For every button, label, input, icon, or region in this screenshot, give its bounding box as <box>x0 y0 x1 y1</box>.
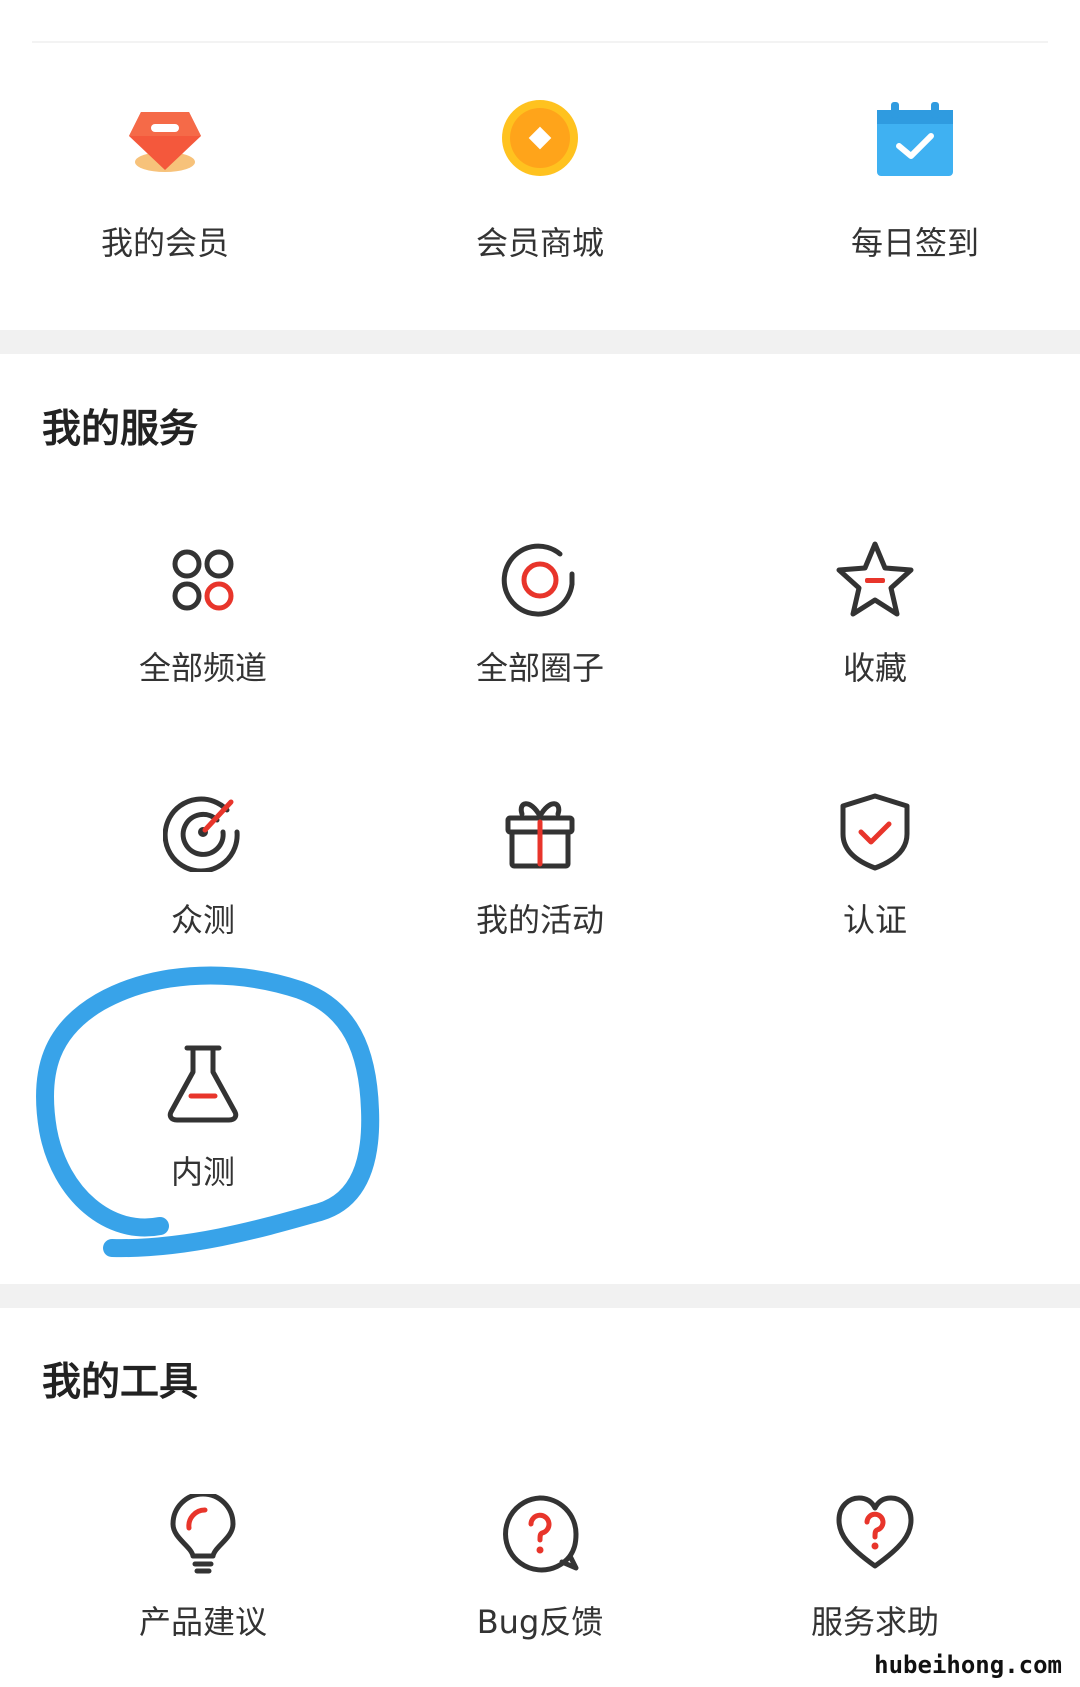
service-help-label: 服务求助 <box>810 1603 939 1641</box>
star-icon <box>836 541 914 617</box>
all-channels-label: 全部频道 <box>138 649 267 687</box>
gift-icon <box>505 801 575 869</box>
all-channels-button[interactable]: 全部频道 <box>83 540 323 690</box>
beta-test-button[interactable]: 内测 <box>83 1044 323 1194</box>
channels-grid-icon <box>172 549 234 611</box>
favorites-label: 收藏 <box>842 649 907 687</box>
verification-button[interactable]: 认证 <box>755 792 995 942</box>
section-separator <box>0 1284 1080 1308</box>
bug-feedback-label: Bug反馈 <box>476 1603 604 1641</box>
daily-checkin-button[interactable]: 每日签到 <box>765 100 1065 280</box>
my-activities-button[interactable]: 我的活动 <box>420 792 660 942</box>
my-membership-button[interactable]: 我的会员 <box>15 100 315 280</box>
bug-feedback-button[interactable]: Bug反馈 <box>420 1494 660 1644</box>
profile-page: 我的会员 会员商城 每日签到 我的服务 全部频道 全部圈子 收藏 众测 我的活动… <box>0 0 1080 1687</box>
tools-section-title: 我的工具 <box>42 1360 199 1405</box>
flask-icon <box>167 1045 239 1123</box>
services-section-title: 我的服务 <box>42 407 199 452</box>
service-help-button[interactable]: 服务求助 <box>755 1494 995 1644</box>
daily-checkin-label: 每日签到 <box>850 224 979 262</box>
watermark-text: hubeihong.com <box>874 1651 1062 1679</box>
crowd-test-button[interactable]: 众测 <box>83 792 323 942</box>
member-row: 我的会员 会员商城 每日签到 <box>0 100 1080 280</box>
calendar-check-icon <box>877 102 953 176</box>
product-suggestion-button[interactable]: 产品建议 <box>83 1494 323 1644</box>
coin-icon <box>502 100 578 176</box>
my-membership-label: 我的会员 <box>100 224 229 262</box>
crowd-test-label: 众测 <box>170 901 235 939</box>
all-circles-label: 全部圈子 <box>475 649 604 687</box>
my-activities-label: 我的活动 <box>475 901 604 939</box>
top-divider <box>32 41 1048 43</box>
radar-icon <box>163 796 240 872</box>
member-mall-label: 会员商城 <box>475 224 604 262</box>
section-separator <box>0 330 1080 354</box>
verification-label: 认证 <box>842 901 907 939</box>
diamond-icon <box>129 112 201 172</box>
heart-question-icon <box>836 1495 914 1569</box>
shield-check-icon <box>840 793 910 871</box>
question-bubble-icon <box>503 1495 579 1573</box>
favorites-button[interactable]: 收藏 <box>755 540 995 690</box>
circle-at-icon <box>501 543 575 617</box>
member-mall-button[interactable]: 会员商城 <box>390 100 690 280</box>
all-circles-button[interactable]: 全部圈子 <box>420 540 660 690</box>
lightbulb-icon <box>170 1494 236 1574</box>
beta-test-label: 内测 <box>170 1153 235 1191</box>
product-suggestion-label: 产品建议 <box>138 1603 267 1641</box>
